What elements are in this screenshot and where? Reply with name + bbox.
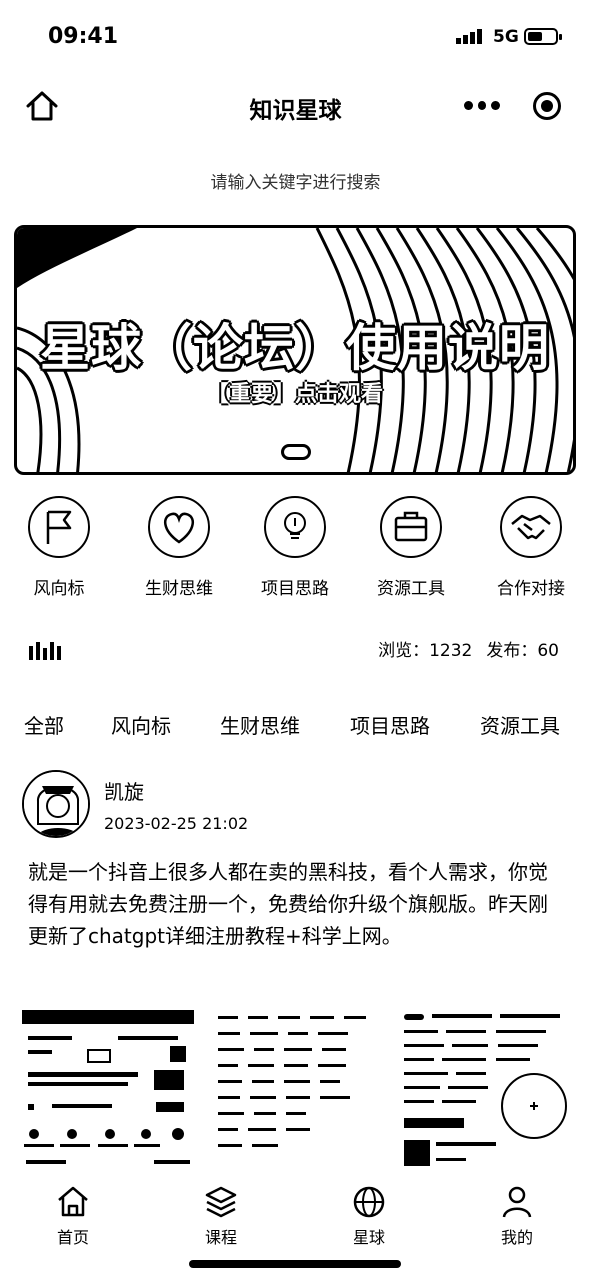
tab-all[interactable]: 全部 (24, 710, 64, 739)
home-icon (58, 1186, 88, 1217)
tab-courses[interactable]: 课程 (166, 1184, 276, 1248)
tab-home[interactable]: 首页 (18, 1184, 128, 1248)
lightbulb-icon (264, 496, 326, 558)
stats-bars-icon (29, 642, 61, 660)
category-label: 生财思维 (145, 579, 213, 599)
layers-icon (205, 1186, 237, 1218)
tab-label: 首页 (56, 1228, 89, 1247)
network-label: 5G (493, 27, 519, 47)
globe-icon (353, 1186, 385, 1218)
category-ideas[interactable]: 项目思路 (236, 496, 354, 599)
stats-row: 浏览：1232 发布：60 (0, 632, 591, 672)
category-thinking[interactable]: 生财思维 (120, 496, 238, 599)
page-title: 知识星球 (249, 98, 342, 124)
tab-resources[interactable]: 资源工具 (480, 710, 560, 739)
posts-count: 发布：60 (486, 641, 559, 661)
banner-indicator (281, 444, 311, 460)
post-image[interactable] (212, 1010, 384, 1168)
tab-planet[interactable]: 星球 (314, 1184, 424, 1248)
battery-icon (524, 28, 562, 45)
more-icon[interactable] (464, 95, 501, 115)
handshake-icon (500, 496, 562, 558)
banner-title: 星球（论坛）使用说明 (40, 319, 550, 377)
category-flag[interactable]: 风向标 (0, 496, 118, 599)
tab-ideas[interactable]: 项目思路 (350, 710, 430, 739)
post-author[interactable]: 凯旋 (104, 776, 144, 805)
category-label: 资源工具 (377, 579, 445, 599)
tab-mine[interactable]: 我的 (462, 1184, 572, 1248)
tab-label: 课程 (204, 1228, 237, 1247)
avatar[interactable] (22, 770, 90, 838)
post-image[interactable] (22, 1010, 194, 1168)
category-resources[interactable]: 资源工具 (352, 496, 470, 599)
filter-tabs: 全部 风向标 生财思维 项目思路 资源工具 (0, 710, 591, 744)
user-icon (502, 1186, 532, 1218)
category-grid: 风向标 生财思维 项目思路 资源工具 合作对接 (0, 496, 591, 606)
briefcase-icon (380, 496, 442, 558)
heart-icon (148, 496, 210, 558)
post-body: 就是一个抖音上很多人都在卖的黑科技，看个人需求，你觉得有用就去免费注册一个，免费… (28, 860, 548, 948)
tab-label: 我的 (500, 1228, 533, 1247)
flag-icon (28, 496, 90, 558)
home-indicator (189, 1260, 401, 1268)
category-label: 风向标 (33, 579, 85, 599)
category-label: 项目思路 (261, 579, 329, 599)
tab-label: 星球 (352, 1228, 385, 1247)
banner[interactable]: 星球（论坛）使用说明 【重要】点击观看 (14, 225, 576, 475)
category-label: 合作对接 (497, 579, 565, 599)
search-input[interactable]: 请输入关键字进行搜索 (0, 168, 591, 193)
post-image[interactable] (400, 1010, 572, 1168)
nav-bar: 知识星球 (0, 70, 591, 140)
signal-icon (456, 29, 482, 44)
category-cooperation[interactable]: 合作对接 (472, 496, 590, 599)
post-images (0, 1010, 591, 1168)
post-time: 2023-02-25 21:02 (104, 814, 249, 833)
views-count: 浏览：1232 (378, 641, 473, 661)
tab-trend[interactable]: 风向标 (111, 710, 171, 739)
close-target-icon[interactable] (533, 92, 561, 120)
banner-subtitle: 【重要】点击观看 (206, 382, 383, 407)
status-bar: 09:41 5G (0, 0, 591, 70)
tab-thinking[interactable]: 生财思维 (220, 710, 300, 739)
status-time: 09:41 (48, 24, 119, 49)
